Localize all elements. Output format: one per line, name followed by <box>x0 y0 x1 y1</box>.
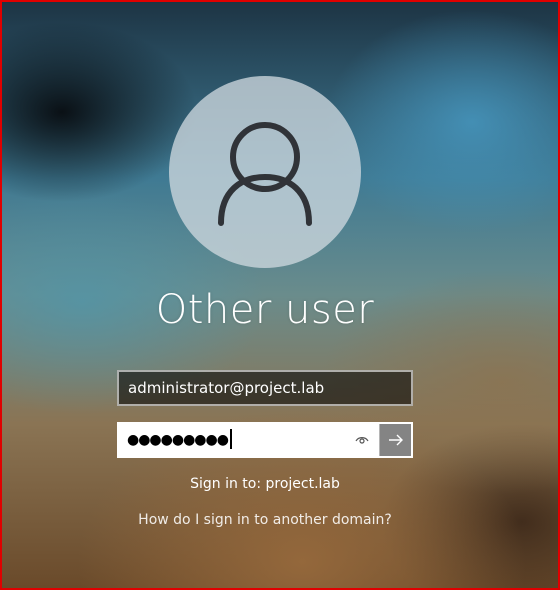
lock-screen-background: Other user administrator@project.lab ●●●… <box>0 0 560 590</box>
avatar <box>169 76 361 268</box>
password-value: ●●●●●●●●● <box>127 424 232 456</box>
eye-icon[interactable] <box>355 433 369 447</box>
signin-target-text: Sign in to: project.lab <box>190 476 340 492</box>
other-domain-link[interactable]: How do I sign in to another domain? <box>2 512 528 528</box>
text-caret <box>229 429 232 449</box>
arrow-right-icon <box>389 434 403 446</box>
person-icon <box>218 122 312 226</box>
submit-button[interactable] <box>379 424 411 456</box>
password-input[interactable]: ●●●●●●●●● <box>117 422 413 458</box>
password-masked-text: ●●●●●●●●● <box>127 432 229 448</box>
page-title: Other user <box>155 287 375 333</box>
username-input[interactable]: administrator@project.lab <box>117 370 413 406</box>
